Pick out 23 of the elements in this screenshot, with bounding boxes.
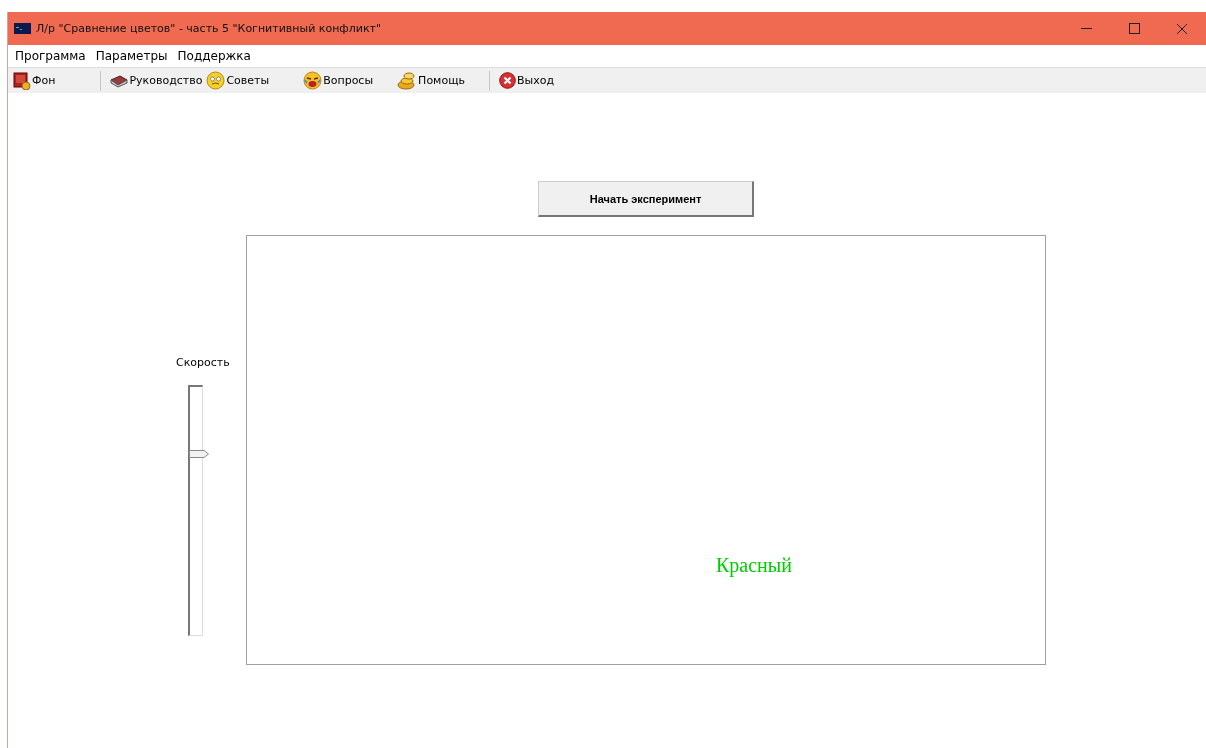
book-icon (110, 73, 129, 88)
toolbar-button[interactable]: Вопросы (302, 71, 375, 90)
start-experiment-button[interactable]: Начать эксперимент (538, 181, 754, 217)
toolbar-button[interactable]: Помощь (396, 71, 466, 90)
speed-label: Скорость (176, 356, 230, 369)
slider-thumb[interactable] (189, 450, 209, 458)
crying-smiley-icon (303, 71, 323, 90)
minimize-icon (1080, 27, 1092, 30)
smiley-icon (206, 71, 226, 90)
close-icon (499, 72, 516, 89)
app-icon (14, 23, 31, 34)
maximize-icon (1128, 23, 1140, 34)
toolbar-button[interactable]: Советы (205, 71, 271, 90)
close-icon (1176, 22, 1188, 35)
menu-item[interactable]: Параметры (90, 49, 173, 63)
toolbar-button[interactable]: Выход (498, 72, 556, 89)
picture-frame-icon (13, 71, 31, 90)
color-word: Красный (716, 554, 792, 577)
toolbar-button[interactable]: Фон (12, 71, 57, 90)
window-title: Л/р "Сравнение цветов" - часть 5 "Когнитивный конфликт" (36, 22, 383, 35)
toolbar-button[interactable]: Руководство (109, 73, 204, 88)
menu-item[interactable]: Поддержка (172, 49, 256, 63)
menu-item[interactable]: Программа (10, 49, 91, 63)
